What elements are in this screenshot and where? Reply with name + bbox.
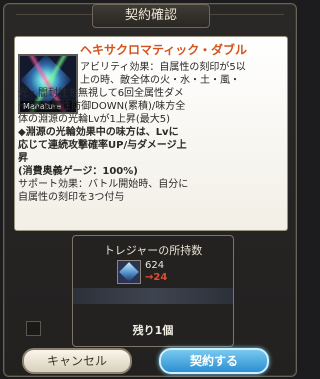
- desc-line: 応じて連続攻撃確率UP/与ダメージ上: [18, 140, 187, 151]
- treasure-count: 624: [145, 260, 165, 271]
- desc-line: アビリティ効果：自属性の刻印が5以: [80, 62, 246, 73]
- desc-line: 体の淵源の光輪Lvが1上昇(最大5): [18, 114, 171, 125]
- desc-line: 光・闇耐性を無視して6回全属性ダメ: [18, 88, 184, 99]
- treasure-panel: トレジャーの所持数 624 →24 残り1個: [72, 235, 234, 347]
- desc-line: (消費奥義ゲージ：100%): [18, 166, 138, 177]
- skill-name: ヘキサクロマティック・ダブル: [80, 43, 248, 57]
- cancel-button[interactable]: キャンセル: [22, 348, 132, 374]
- desc-line: 昇: [18, 153, 28, 164]
- treasure-icon: [117, 260, 141, 284]
- dont-show-checkbox[interactable]: [26, 321, 41, 336]
- treasure-after: →24: [145, 272, 168, 283]
- skill-description: アビリティ効果：自属性の刻印が5以 上の時、敵全体の火・水・土・風・ 光・闇耐性…: [18, 61, 284, 204]
- desc-line: 自属性の刻印を3つ付与: [18, 192, 125, 203]
- dialog-title: 契約確認: [92, 4, 210, 28]
- confirm-button[interactable]: 契約する: [159, 348, 269, 374]
- desc-line: 上の時、敵全体の火・水・土・風・: [80, 75, 240, 86]
- desc-line: サポート効果：バトル開始時、自分に: [18, 179, 189, 190]
- desc-line: ージ/全属性防御DOWN(累積)/味方全: [18, 101, 186, 112]
- remaining-count: 残り1個: [132, 324, 174, 337]
- treasure-title: トレジャーの所持数: [103, 244, 203, 257]
- desc-line: ◆淵源の光輪効果中の味方は、Lvに: [18, 127, 179, 138]
- treasure-strip: [73, 288, 233, 304]
